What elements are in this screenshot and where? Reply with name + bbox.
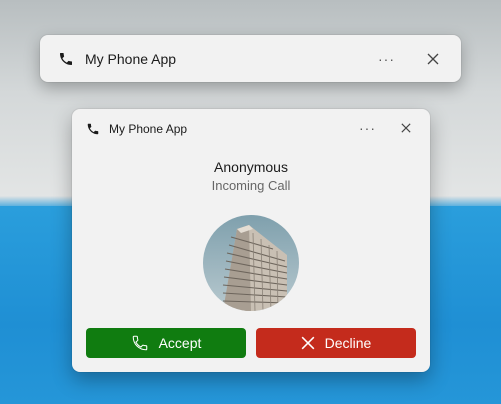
phone-icon [132,335,147,351]
accept-button[interactable]: Accept [86,328,246,358]
phone-icon [87,123,99,135]
more-options-icon[interactable]: ··· [378,52,395,66]
caller-name: Anonymous [214,159,288,175]
more-options-icon[interactable]: ··· [359,121,376,135]
app-name: My Phone App [109,122,188,136]
decline-label: Decline [324,335,372,351]
caller-avatar [203,215,299,311]
incoming-call-notification: My Phone App ··· Anonymous Incoming Call [72,109,430,372]
close-icon[interactable] [401,123,411,133]
phone-icon [60,53,72,65]
x-icon [301,336,315,350]
close-icon[interactable] [427,53,439,65]
collapsed-notification[interactable]: My Phone App ··· [40,35,461,82]
app-name: My Phone App [85,51,177,67]
call-status: Incoming Call [211,178,291,193]
accept-label: Accept [158,335,202,351]
decline-button[interactable]: Decline [256,328,416,358]
